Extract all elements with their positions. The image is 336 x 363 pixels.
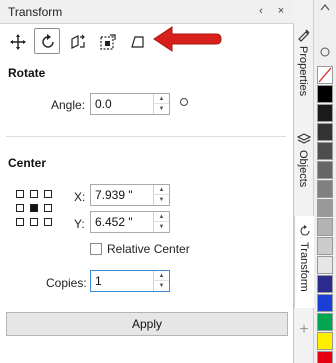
anchor-top-center[interactable] [30,190,38,198]
anchor-center[interactable] [30,204,38,212]
color-swatch[interactable] [317,313,333,331]
relative-center-label[interactable]: Relative Center [107,242,190,256]
color-swatch[interactable] [317,351,333,363]
center-y-increment-button[interactable]: ▲ [154,212,169,222]
color-swatch[interactable] [317,180,333,198]
color-swatch[interactable] [317,237,333,255]
anchor-bottom-left[interactable] [16,218,24,226]
rotate-icon [42,34,54,48]
color-swatch[interactable] [317,199,333,217]
scale-mirror-tool-button[interactable] [64,28,90,54]
add-docker-tab-button[interactable]: + [298,322,310,338]
angle-increment-button[interactable]: ▲ [154,94,169,104]
swatch-no-color[interactable] [317,66,333,84]
center-y-spin-buttons: ▲ ▼ [153,212,169,232]
center-x-value[interactable]: 7.939 " [95,188,133,202]
scale-mirror-icon [71,34,85,49]
color-swatch[interactable] [317,294,333,312]
palette-arrow-up-icon[interactable] [319,3,331,11]
center-y-value[interactable]: 6.452 " [95,215,133,229]
tab-objects-label[interactable]: Objects [297,150,309,187]
size-tool-button[interactable] [94,28,120,54]
anchor-top-right[interactable] [44,190,52,198]
copies-increment-button[interactable]: ▲ [154,271,169,281]
color-swatch[interactable] [317,332,333,350]
angle-decrement-button[interactable]: ▼ [154,104,169,114]
close-docker-button[interactable]: × [272,2,290,20]
relative-center-checkbox[interactable] [90,243,102,255]
color-swatch[interactable] [317,256,333,274]
color-swatch[interactable] [317,142,333,160]
rotation-direction-indicator[interactable] [180,98,188,106]
copies-spinbox[interactable]: 1 ▲ ▼ [90,270,170,292]
color-swatch[interactable] [317,275,333,293]
copies-decrement-button[interactable]: ▼ [154,281,169,291]
copies-label: Copies: [46,276,87,290]
copies-value[interactable]: 1 [95,274,102,288]
docker-titlebar: Transform ‹ × [0,0,294,24]
rotate-icon [300,225,310,236]
objects-icon [297,133,311,144]
apply-button[interactable]: Apply [6,312,288,336]
size-icon [100,34,116,50]
rotate-tool-button[interactable] [34,28,60,54]
color-swatch[interactable] [317,218,333,236]
red-arrow-annotation-icon [153,26,222,52]
center-x-increment-button[interactable]: ▲ [154,185,169,195]
anchor-point-selector[interactable] [16,190,52,226]
move-icon [10,34,26,50]
angle-spinbox[interactable]: 0.0 ▲ ▼ [90,93,170,115]
center-x-spin-buttons: ▲ ▼ [153,185,169,205]
docker-tab-strip: Properties Objects Transform + [294,0,314,363]
anchor-middle-left[interactable] [16,204,24,212]
tab-transform-label[interactable]: Transform [298,242,310,292]
color-swatch[interactable] [317,85,333,103]
position-tool-button[interactable] [4,28,30,54]
color-swatch[interactable] [317,104,333,122]
palette-menu-icon[interactable] [319,46,331,58]
color-swatch[interactable] [317,123,333,141]
center-y-decrement-button[interactable]: ▼ [154,222,169,232]
docker-title: Transform [8,5,63,19]
center-y-spinbox[interactable]: 6.452 " ▲ ▼ [90,211,170,233]
copies-spin-buttons: ▲ ▼ [153,271,169,291]
properties-icon [298,29,310,42]
tab-properties-label[interactable]: Properties [297,46,309,96]
color-palette [314,0,336,363]
center-section-title: Center [8,156,47,170]
section-divider [6,136,286,137]
tab-objects[interactable]: Objects [294,150,314,202]
transform-docker: Transform ‹ × Rotate Angle: 0.0 ▲ ▼ Cent… [0,0,294,363]
center-x-label: X: [74,190,86,204]
color-swatch[interactable] [317,161,333,179]
anchor-top-left[interactable] [16,190,24,198]
skew-icon [131,36,144,48]
anchor-bottom-right[interactable] [44,218,52,226]
rotate-section-title: Rotate [8,66,46,80]
skew-tool-button[interactable] [124,28,150,54]
angle-spin-buttons: ▲ ▼ [153,94,169,114]
angle-value[interactable]: 0.0 [95,97,112,111]
collapse-docker-button[interactable]: ‹ [252,2,270,20]
tab-transform[interactable]: Transform [294,216,314,308]
center-x-spinbox[interactable]: 7.939 " ▲ ▼ [90,184,170,206]
center-x-decrement-button[interactable]: ▼ [154,195,169,205]
tab-properties[interactable]: Properties [294,46,314,108]
center-y-label: Y: [74,217,85,231]
angle-label: Angle: [51,98,86,112]
anchor-middle-right[interactable] [44,204,52,212]
anchor-bottom-center[interactable] [30,218,38,226]
